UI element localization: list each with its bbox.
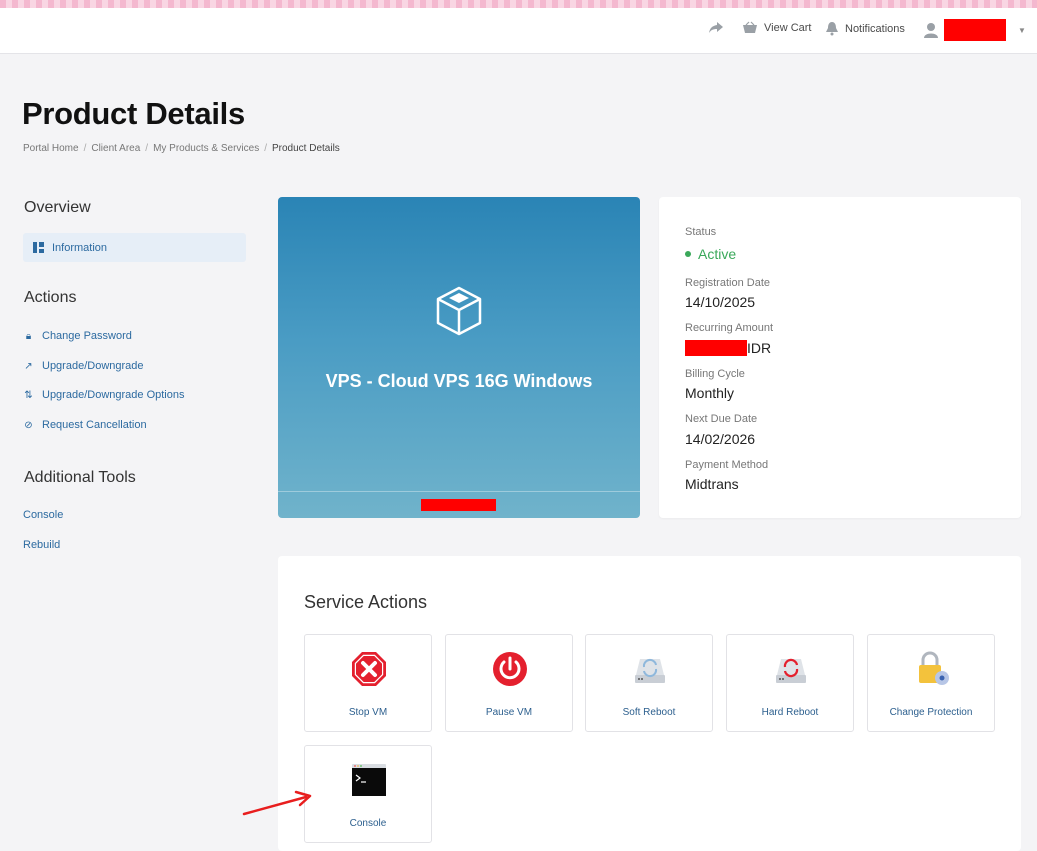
ban-icon: ⊘ — [24, 419, 33, 431]
soft-reboot-icon — [635, 658, 665, 683]
sidebar-item-label: Information — [52, 241, 108, 254]
product-info-card: Status Active Registration Date 14/10/20… — [659, 197, 1021, 518]
status-label: Status — [685, 226, 717, 238]
dashboard-icon — [33, 242, 44, 253]
sidebar-item-information[interactable]: Information — [23, 233, 246, 262]
external-link-icon: ↗ — [24, 360, 33, 372]
notifications-link[interactable]: Notifications — [825, 21, 905, 36]
power-icon — [493, 652, 527, 686]
sidebar-item-label: Change Password — [42, 330, 132, 342]
registration-label: Registration Date — [685, 277, 770, 289]
amount-redacted — [685, 340, 747, 356]
sidebar-item-label: Upgrade/Downgrade Options — [42, 389, 185, 401]
soft-reboot-button[interactable]: Soft Reboot — [585, 634, 713, 732]
breadcrumb-current: Product Details — [272, 143, 340, 154]
sidebar-actions-heading: Actions — [24, 289, 77, 306]
domain-redacted — [421, 499, 496, 511]
hard-reboot-button[interactable]: Hard Reboot — [726, 634, 854, 732]
tile-label: Stop VM — [348, 707, 388, 718]
sidebar-item-request-cancellation[interactable]: ⊘ Request Cancellation — [23, 419, 147, 431]
top-decorative-bar — [0, 0, 1037, 8]
top-navbar: View Cart Notifications ▼ — [0, 8, 1037, 54]
cart-icon — [743, 21, 757, 33]
username-redacted — [944, 19, 1006, 41]
notifications-label: Notifications — [845, 22, 905, 35]
product-divider — [278, 491, 640, 492]
recurring-label: Recurring Amount — [685, 322, 774, 334]
next-due-label: Next Due Date — [685, 413, 758, 425]
hard-reboot-icon — [776, 658, 806, 683]
sidebar-overview-heading: Overview — [24, 199, 91, 216]
sidebar-item-label: Upgrade/Downgrade — [42, 360, 144, 372]
product-card: VPS - Cloud VPS 16G Windows — [278, 197, 640, 518]
tile-label: Change Protection — [889, 707, 973, 718]
sidebar-item-console[interactable]: Console — [23, 509, 63, 521]
tile-label: Soft Reboot — [622, 707, 676, 718]
share-icon[interactable] — [708, 21, 724, 35]
breadcrumb-client-area[interactable]: Client Area — [91, 143, 140, 154]
recurring-value: IDR — [685, 340, 771, 356]
change-protection-button[interactable]: Change Protection — [867, 634, 995, 732]
view-cart-link[interactable]: View Cart — [742, 21, 811, 35]
sidebar-item-label: Rebuild — [23, 539, 61, 551]
payment-label: Payment Method — [685, 459, 769, 471]
tile-label: Pause VM — [485, 707, 533, 718]
sidebar-item-change-password[interactable]: 🔒︎ Change Password — [23, 330, 132, 342]
breadcrumb-portal-home[interactable]: Portal Home — [23, 143, 79, 154]
user-icon — [924, 23, 938, 38]
next-due-value: 14/02/2026 — [685, 431, 756, 447]
chevron-down-icon: ▼ — [1018, 25, 1026, 35]
cube-icon — [436, 286, 482, 336]
stop-icon — [352, 652, 386, 686]
breadcrumb-my-products[interactable]: My Products & Services — [153, 143, 259, 154]
console-button[interactable]: Console — [304, 745, 432, 843]
page-title: Product Details — [22, 96, 245, 131]
sort-arrows-icon: ⇅ — [24, 389, 33, 401]
status-value: Active — [698, 246, 737, 262]
sidebar-item-label: Request Cancellation — [42, 419, 147, 431]
breadcrumb: Portal Home / Client Area / My Products & Se… — [23, 143, 340, 154]
service-actions-title: Service Actions — [304, 592, 428, 612]
sidebar-item-label: Console — [23, 509, 64, 521]
product-name: VPS - Cloud VPS 16G Windows — [325, 371, 593, 391]
registration-value: 14/10/2025 — [685, 294, 756, 310]
terminal-icon — [352, 764, 386, 796]
lock-icon: 🔒︎ — [25, 330, 32, 342]
recurring-currency: IDR — [747, 340, 772, 356]
billing-label: Billing Cycle — [685, 368, 745, 380]
sidebar-tools-heading: Additional Tools — [24, 469, 136, 486]
tile-label: Hard Reboot — [761, 707, 819, 718]
payment-value: Midtrans — [685, 476, 739, 492]
sidebar-item-upgrade-downgrade-options[interactable]: ⇅ Upgrade/Downgrade Options — [23, 389, 184, 401]
user-menu[interactable]: ▼ — [924, 19, 1026, 41]
pause-vm-button[interactable]: Pause VM — [445, 634, 573, 732]
billing-value: Monthly — [685, 385, 735, 401]
service-actions-card: Service Actions Stop VM Pause VM Soft Re… — [278, 556, 1021, 851]
red-arrow-annotation — [242, 790, 312, 816]
tile-label: Console — [349, 818, 387, 829]
status-dot-icon — [685, 251, 691, 257]
view-cart-label: View Cart — [764, 22, 812, 34]
bell-icon — [826, 22, 838, 36]
sidebar-item-rebuild[interactable]: Rebuild — [23, 539, 60, 551]
stop-vm-button[interactable]: Stop VM — [304, 634, 432, 732]
lock-gear-icon — [919, 651, 949, 685]
sidebar-item-upgrade-downgrade[interactable]: ↗ Upgrade/Downgrade — [23, 360, 144, 372]
status-badge: Active — [685, 246, 736, 262]
